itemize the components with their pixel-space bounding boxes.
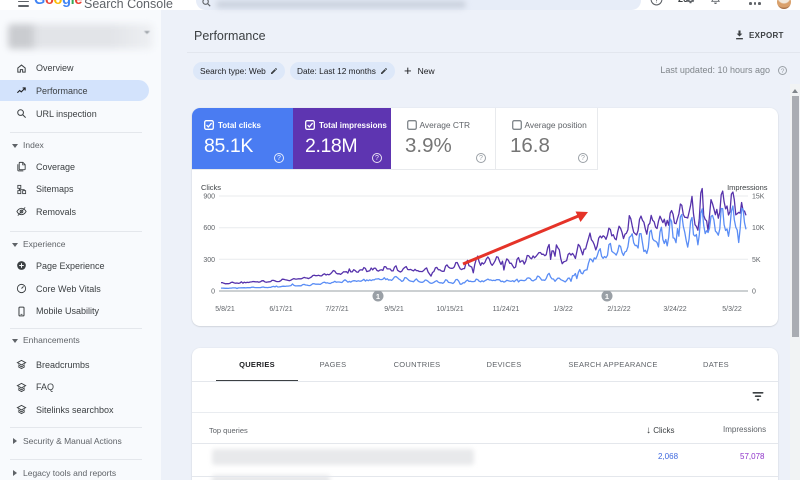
svg-text:9/5/21: 9/5/21	[384, 306, 404, 313]
svg-text:3/24/22: 3/24/22	[663, 306, 686, 313]
svg-text:5/8/21: 5/8/21	[215, 306, 235, 313]
svg-text:10K: 10K	[752, 225, 765, 232]
svg-text:7/27/21: 7/27/21	[325, 306, 348, 313]
svg-text:6/17/21: 6/17/21	[269, 306, 292, 313]
svg-text:1/3/22: 1/3/22	[553, 306, 573, 313]
svg-text:2/12/22: 2/12/22	[607, 306, 630, 313]
svg-text:15K: 15K	[752, 194, 765, 201]
svg-text:900: 900	[203, 194, 215, 201]
svg-text:1: 1	[376, 292, 380, 301]
svg-text:5K: 5K	[752, 257, 761, 264]
svg-text:11/24/21: 11/24/21	[493, 306, 520, 313]
svg-text:300: 300	[203, 257, 215, 264]
svg-text:0: 0	[752, 289, 756, 296]
svg-text:10/15/21: 10/15/21	[436, 306, 463, 313]
svg-text:1: 1	[605, 292, 609, 301]
svg-text:0: 0	[211, 289, 215, 296]
svg-text:600: 600	[203, 225, 215, 232]
svg-text:Clicks: Clicks	[201, 183, 221, 192]
svg-text:5/3/22: 5/3/22	[722, 306, 742, 313]
svg-text:Impressions: Impressions	[727, 183, 768, 192]
svg-text:?: ?	[654, 0, 659, 4]
